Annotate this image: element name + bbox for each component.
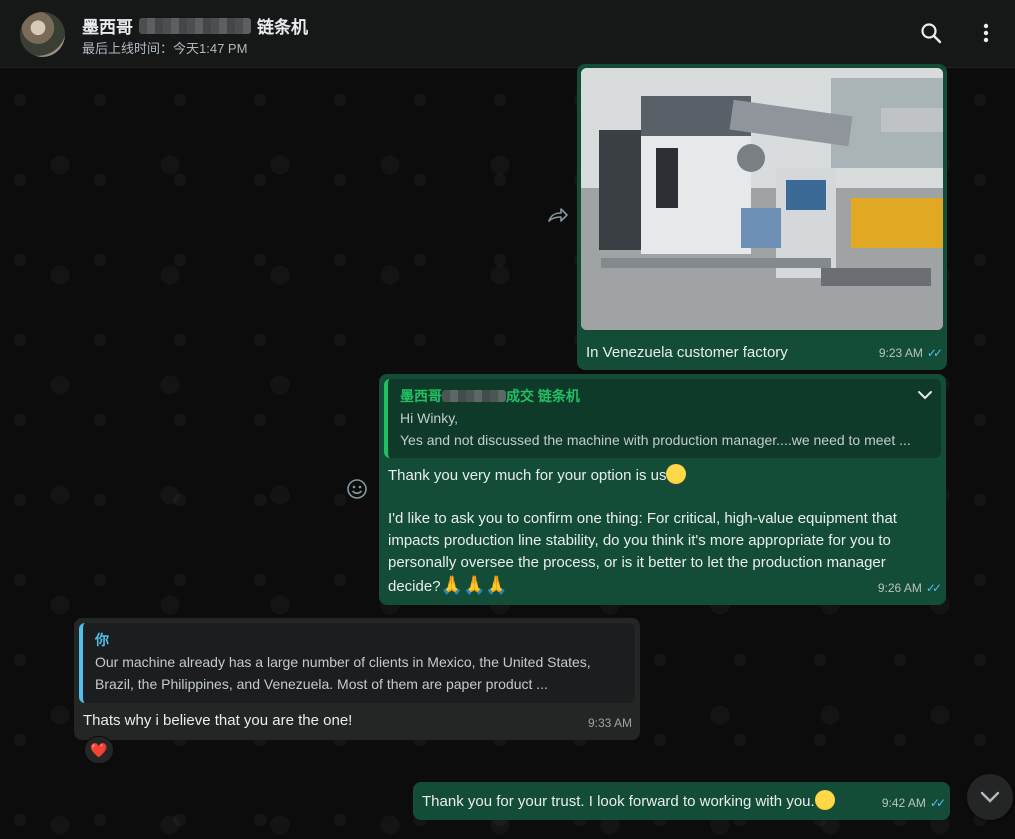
read-ticks-icon: ✓✓ [929,796,946,810]
search-icon[interactable] [918,20,944,46]
message-time: 9:23 AM [878,346,923,360]
outgoing-message[interactable]: Thank you for your trust. I look forward… [413,782,950,820]
quote-line: Yes and not discussed the machine with p… [400,432,911,448]
read-ticks-icon: ✓✓ [925,581,942,595]
quote-author: 墨西哥 成交 链条机 [400,385,931,407]
message-text: Thats why i believe that you are the one… [83,712,353,729]
quote-text: Our machine already has a large number o… [95,654,591,692]
message-meta: 9:42 AM ✓✓ [881,792,946,814]
grinning-emoji-icon [666,464,687,484]
chevron-down-icon[interactable] [915,387,935,403]
message-time: 9:26 AM [877,581,922,595]
scroll-down-button[interactable] [967,774,1013,820]
heart-reaction[interactable]: ❤️ [84,736,114,764]
redacted-block [442,390,506,402]
quote-author: 你 [95,632,109,648]
incoming-message[interactable]: 你 Our machine already has a large number… [74,618,640,740]
message-time: 9:42 AM [881,796,926,810]
photo-caption: In Venezuela customer factory [586,344,788,361]
message-meta: 9:23 AM ✓✓ [878,342,943,364]
menu-icon[interactable] [973,20,999,46]
photo-message[interactable]: In Venezuela customer factory 9:23 AM ✓✓ [577,64,947,370]
quoted-message[interactable]: 墨西哥 成交 链条机 Hi Winky, Yes and not discusse… [384,379,941,458]
praying-hands-icon: 🙏🙏🙏 [440,575,508,595]
forward-icon[interactable] [545,204,571,226]
message-meta: 9:33 AM [588,712,632,734]
message-line: Thank you for your trust. I look forward… [422,793,815,810]
contact-name-prefix: 墨西哥 [82,18,133,37]
message-paragraph: I'd like to ask you to confirm one thing… [388,508,938,598]
avatar[interactable] [20,12,65,57]
chat-header: 墨西哥 链条机 最后上线时间：今天1:47 PM [0,0,1015,68]
message-text: Thank you for your trust. I look forward… [422,790,835,813]
quote-line: Hi Winky, [400,410,459,426]
message-time: 9:33 AM [587,716,632,730]
emoji-icon[interactable] [344,476,370,502]
reply-message[interactable]: 墨西哥 成交 链条机 Hi Winky, Yes and not discusse… [379,374,946,605]
hugging-emoji-icon [814,790,835,810]
quote-author-prefix: 墨西哥 [400,388,442,404]
contact-name[interactable]: 墨西哥 链条机 [82,13,308,38]
message-meta: 9:26 AM ✓✓ [877,577,942,599]
quoted-message[interactable]: 你 Our machine already has a large number… [79,623,635,703]
contact-name-suffix: 链条机 [257,18,308,37]
chevron-down-icon [980,791,1000,803]
factory-photo[interactable] [581,68,943,330]
last-seen-status: 最后上线时间：今天1:47 PM [82,41,248,56]
redacted-block [139,17,251,34]
quote-author-suffix: 成交 链条机 [506,388,580,404]
message-text: Thank you very much for your option is u… [388,464,687,487]
read-ticks-icon: ✓✓ [926,346,943,360]
message-line: Thank you very much for your option is u… [388,467,667,484]
